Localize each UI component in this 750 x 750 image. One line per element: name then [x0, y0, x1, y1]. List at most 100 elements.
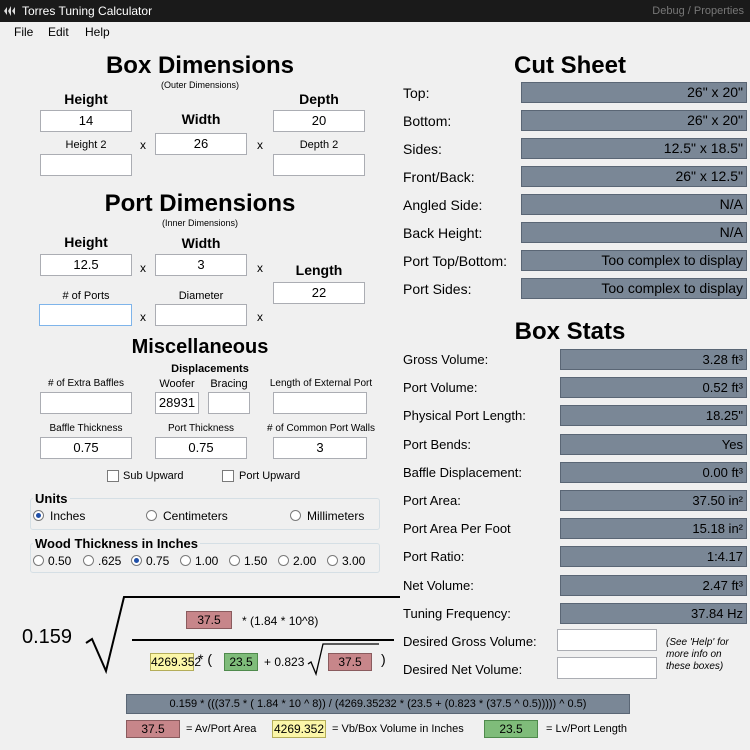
legend-av-label: = Av/Port Area [186, 723, 257, 735]
legend-vb-label: = Vb/Box Volume in Inches [332, 723, 464, 735]
formula-close: ) [381, 651, 386, 667]
units-centimeters-radio[interactable] [146, 510, 157, 521]
bracing-input[interactable] [208, 392, 250, 414]
wood-radio[interactable] [33, 555, 44, 566]
units-title: Units [33, 491, 70, 506]
num-ports-input[interactable] [39, 304, 132, 326]
cut-sheet-label: Sides: [403, 141, 442, 157]
ext-port-label: Length of External Port [269, 378, 373, 389]
stat-label: Net Volume: [403, 577, 474, 593]
displacements-label: Displacements [171, 363, 249, 375]
port-x-3: x [140, 310, 146, 324]
formula-plus-const: + 0.823 [264, 655, 305, 669]
baffle-thickness-input[interactable]: 0.75 [40, 437, 132, 459]
cut-sheet-value: N/A [521, 222, 747, 243]
cut-sheet-value: Too complex to display [521, 250, 747, 271]
menu-bar: File Edit Help [0, 22, 750, 42]
box-width-label: Width [181, 111, 221, 127]
woofer-label: Woofer [159, 378, 195, 390]
port-upward-label: Port Upward [239, 470, 301, 482]
box-x-right: x [257, 138, 263, 152]
port-upward-checkbox[interactable] [222, 470, 234, 482]
stat-label: Gross Volume: [403, 352, 489, 367]
formula-times-const: * (1.84 * 10^8) [242, 614, 319, 628]
box-height-label: Height [64, 91, 108, 107]
wood-title: Wood Thickness in Inches [33, 536, 201, 551]
wood-radio[interactable] [229, 555, 240, 566]
port-x-1: x [140, 261, 146, 275]
sub-upward-label: Sub Upward [123, 470, 184, 482]
box-height-input[interactable]: 14 [40, 110, 132, 132]
stat-value: 1:4.17 [560, 546, 747, 568]
sub-upward-checkbox[interactable] [107, 470, 119, 482]
formula-lv: 23.5 [224, 653, 258, 671]
desired-net-label: Desired Net Volume: [403, 662, 523, 677]
menu-help[interactable]: Help [85, 25, 110, 39]
stat-value: 18.25" [560, 405, 747, 427]
port-length-input[interactable]: 22 [273, 282, 365, 304]
stat-value: 15.18 in² [560, 518, 747, 540]
units-millimeters-radio[interactable] [290, 510, 301, 521]
cut-sheet-value: 26" x 20" [521, 82, 747, 103]
stat-label: Physical Port Length: [403, 408, 526, 424]
cut-sheet-label: Bottom: [403, 113, 452, 129]
port-height-input[interactable]: 12.5 [40, 254, 132, 276]
num-ports-label: # of Ports [62, 290, 110, 302]
stat-value: 3.28 ft³ [560, 349, 747, 370]
wood-radio[interactable] [131, 555, 142, 566]
extra-baffles-input[interactable] [40, 392, 132, 414]
common-walls-input[interactable]: 3 [273, 437, 367, 459]
port-dimensions-title: Port Dimensions [104, 190, 296, 217]
ext-port-input[interactable] [273, 392, 367, 414]
baffle-thickness-label: Baffle Thickness [49, 423, 123, 434]
desired-gross-input[interactable] [557, 629, 657, 651]
cut-sheet-label: Back Height: [403, 225, 483, 241]
wood-radio-label: 0.50 [48, 554, 72, 568]
stat-value: 0.52 ft³ [560, 377, 747, 399]
stat-value: 37.84 Hz [560, 602, 747, 624]
common-walls-label: # of Common Port Walls [267, 423, 375, 434]
port-thickness-label: Port Thickness [168, 423, 234, 434]
cut-sheet-value: 26" x 20" [521, 110, 747, 131]
bracing-label: Bracing [210, 378, 248, 390]
cut-sheet-value: 26" x 12.5" [521, 166, 747, 187]
menu-file[interactable]: File [14, 25, 33, 39]
stat-label: Port Area: [403, 493, 461, 508]
cut-sheet-value: Too complex to display [521, 278, 747, 299]
box-depth2-input[interactable] [273, 154, 365, 176]
fraction-bar [132, 639, 394, 641]
wood-radio[interactable] [180, 555, 191, 566]
diameter-input[interactable] [155, 304, 247, 326]
stat-value: 0.00 ft³ [560, 461, 747, 483]
port-x-4: x [257, 310, 263, 324]
stat-value: 2.47 ft³ [560, 574, 747, 596]
stat-value: Yes [560, 433, 747, 455]
misc-title: Miscellaneous [131, 336, 269, 358]
woofer-input[interactable]: 28931 [155, 392, 199, 414]
units-inches-radio[interactable] [33, 510, 44, 521]
box-width-input[interactable]: 26 [155, 133, 247, 155]
formula-av: 37.5 [186, 611, 232, 629]
desired-gross-label: Desired Gross Volume: [403, 634, 537, 649]
port-width-input[interactable]: 3 [155, 254, 247, 276]
extra-baffles-label: # of Extra Baffles [48, 378, 124, 389]
formula-av2: 37.5 [328, 653, 372, 671]
cut-sheet-label: Port Top/Bottom: [403, 253, 508, 269]
wood-radio[interactable] [278, 555, 289, 566]
desired-net-input[interactable] [557, 657, 657, 679]
app-icon [4, 6, 15, 16]
box-depth2-label: Depth 2 [299, 139, 339, 151]
box-depth-input[interactable]: 20 [273, 110, 365, 132]
box-dimensions-subtitle: (Outer Dimensions) [160, 80, 240, 90]
port-x-2: x [257, 261, 263, 275]
menu-edit[interactable]: Edit [48, 25, 69, 39]
box-height2-label: Height 2 [65, 139, 107, 151]
box-height2-input[interactable] [40, 154, 132, 176]
wood-radio[interactable] [327, 555, 338, 566]
wood-radio[interactable] [83, 555, 94, 566]
legend-lv-label: = Lv/Port Length [546, 723, 628, 735]
help-note: (See 'Help' for more info on these boxes… [666, 637, 729, 673]
formula-vb: 4269.352 [150, 653, 202, 671]
help-note-line-2: more info on [666, 649, 722, 660]
port-thickness-input[interactable]: 0.75 [155, 437, 247, 459]
